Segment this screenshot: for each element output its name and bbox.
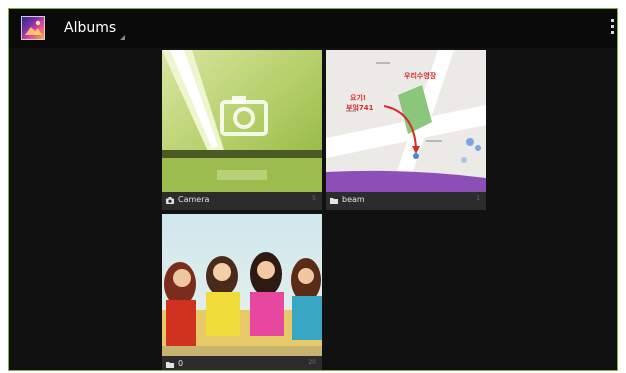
page-title[interactable]: Albums [64, 20, 116, 36]
zero-album-thumbnail [162, 214, 322, 356]
folder-icon [330, 198, 338, 204]
overflow-menu-icon[interactable] [609, 19, 615, 37]
album-count: 5 [312, 195, 316, 202]
dropdown-indicator-icon[interactable] [120, 35, 125, 40]
album-name: beam [342, 195, 365, 204]
album-label-bar: 0 20 [162, 356, 322, 370]
folder-icon [166, 362, 174, 368]
album-tile-0[interactable]: 0 20 [162, 214, 322, 370]
album-label-bar: Camera 5 [162, 192, 322, 210]
album-label-bar: beam 1 [326, 192, 486, 210]
album-name: Camera [178, 195, 210, 204]
album-name: 0 [178, 359, 184, 368]
beam-album-thumbnail: 요기! 부엌741 우리수영장 [326, 50, 486, 192]
camera-album-thumbnail [162, 50, 322, 192]
map-handwriting-line2: 부엌741 [346, 103, 374, 112]
gallery-screen: Albums Camera 5 요기! 부엌741 우리수영장 beam 1 0… [8, 8, 618, 371]
album-count: 20 [308, 359, 316, 366]
map-place-label: 우리수영장 [404, 71, 437, 80]
album-tile-beam[interactable]: 요기! 부엌741 우리수영장 beam 1 [326, 50, 486, 210]
gallery-icon[interactable] [21, 16, 45, 40]
camera-icon [166, 197, 174, 204]
album-count: 1 [476, 195, 480, 202]
map-handwriting-line1: 요기! [350, 93, 366, 102]
album-tile-camera[interactable]: Camera 5 [162, 50, 322, 210]
action-bar: Albums [9, 9, 617, 48]
